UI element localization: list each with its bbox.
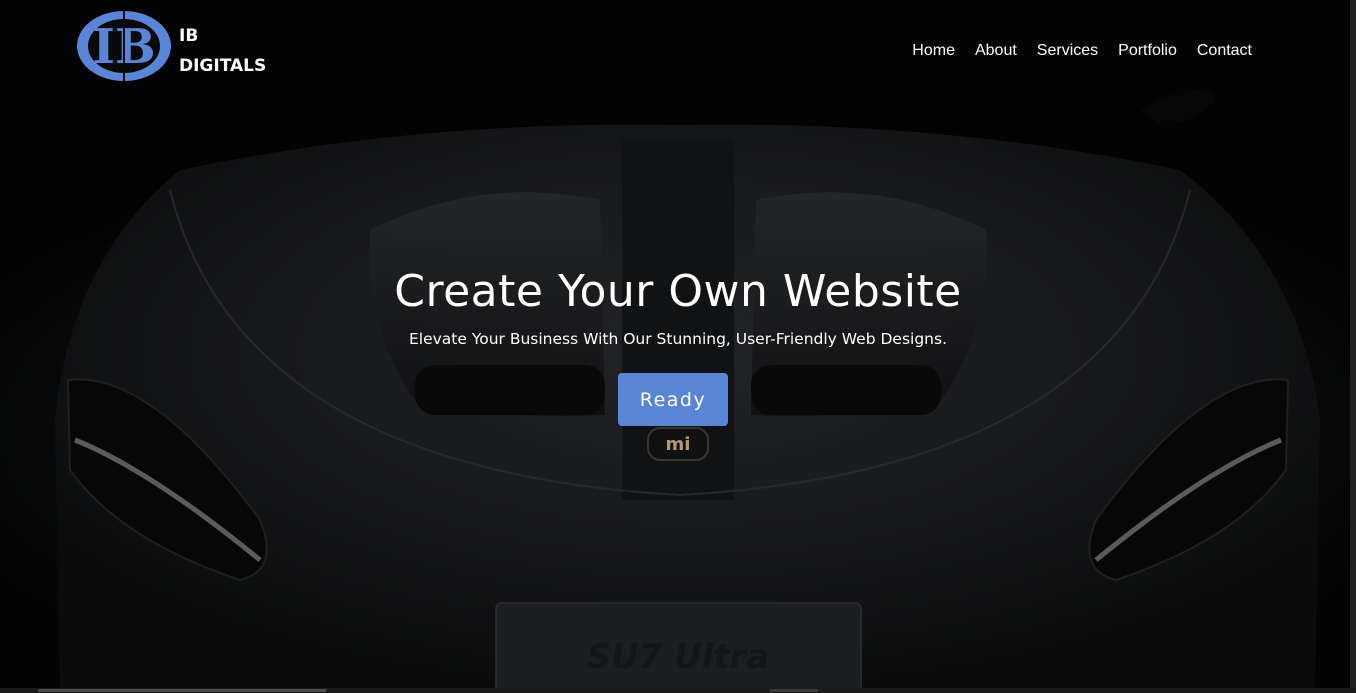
nav-about[interactable]: About [965, 41, 1027, 61]
logo[interactable]: IB [74, 8, 174, 84]
brand-line-2: DIGITALS [179, 56, 267, 76]
brand-line-1: IB [179, 26, 199, 46]
hero-subtitle: Elevate Your Business With Our Stunning,… [408, 330, 948, 348]
nav-portfolio[interactable]: Portfolio [1108, 41, 1187, 61]
ib-monogram-icon: IB [77, 10, 171, 82]
hero-title: Create Your Own Website [394, 266, 962, 317]
nav-contact[interactable]: Contact [1187, 41, 1262, 61]
nav-home[interactable]: Home [902, 41, 965, 61]
nav-services[interactable]: Services [1027, 41, 1108, 61]
vertical-scrollbar[interactable] [1350, 0, 1356, 693]
main-nav: Home About Services Portfolio Contact [902, 41, 1262, 61]
horizontal-scrollbar[interactable] [0, 688, 1356, 693]
brand-name: IB DIGITALS [179, 21, 266, 81]
ready-button[interactable]: Ready [618, 373, 728, 426]
scrollbar-thumb[interactable] [38, 689, 326, 692]
scrollbar-thumb-secondary[interactable] [770, 689, 818, 692]
